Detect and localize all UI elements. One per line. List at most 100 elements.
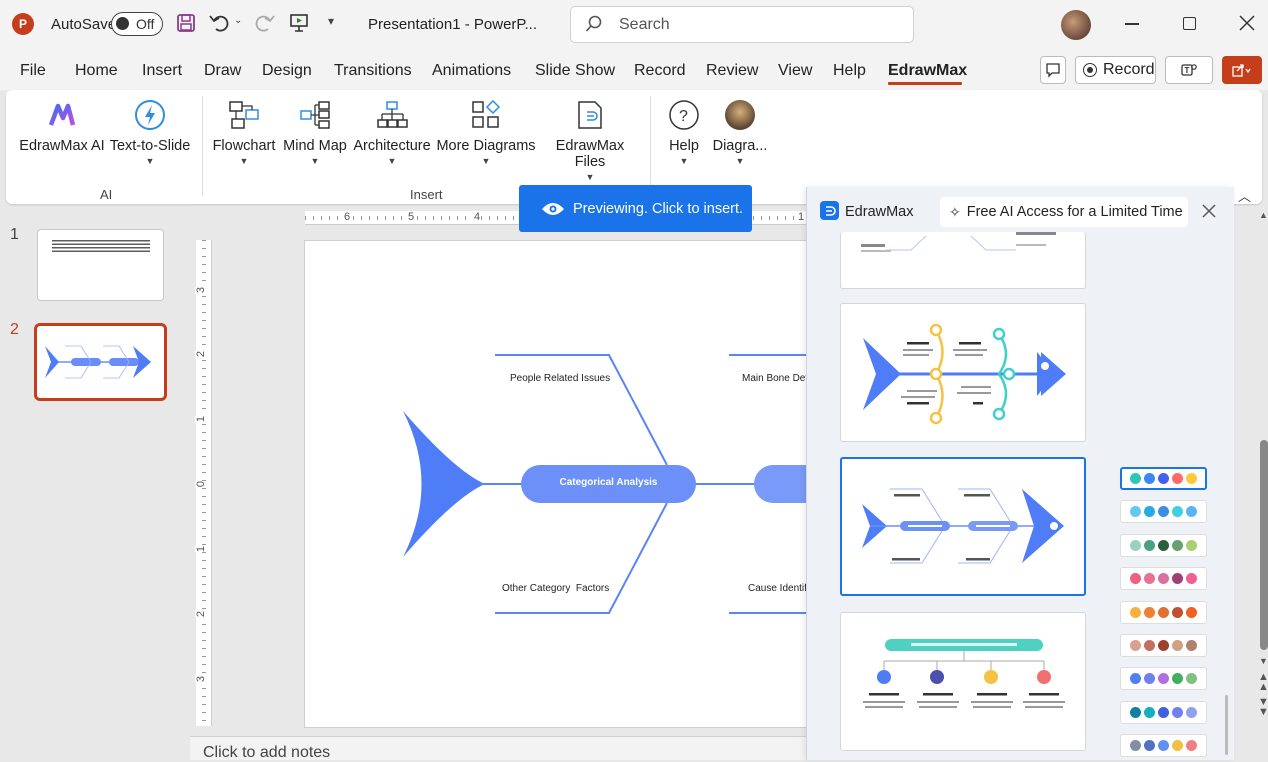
- chevron-down-icon: ▼: [585, 172, 595, 182]
- color-swatch: [1186, 740, 1197, 752]
- chevron-down-icon: ▼: [239, 156, 249, 166]
- collapse-ribbon-icon[interactable]: ︿: [1238, 186, 1251, 205]
- tab-animations[interactable]: Animations: [432, 62, 511, 80]
- text-to-slide-label: Text-to-Slide: [109, 138, 191, 154]
- autosave-toggle[interactable]: Off: [111, 12, 163, 36]
- color-swatch: [1130, 640, 1141, 651]
- tab-design[interactable]: Design: [262, 62, 312, 80]
- comments-button[interactable]: [1040, 56, 1066, 84]
- color-swatch: [1144, 506, 1155, 518]
- help-label: Help: [669, 138, 699, 154]
- tab-insert[interactable]: Insert: [142, 62, 182, 80]
- customize-toolbar-icon[interactable]: ▾: [328, 14, 334, 28]
- tab-draw[interactable]: Draw: [204, 62, 241, 80]
- mind-map-button[interactable]: Mind Map ▼: [280, 98, 350, 166]
- free-ai-access-banner[interactable]: ✧ Free AI Access for a Limited Time: [940, 197, 1188, 227]
- color-palette-option[interactable]: [1120, 500, 1207, 524]
- tab-view[interactable]: View: [778, 62, 812, 80]
- slide-canvas[interactable]: Categorical Analysis People Related Issu…: [304, 240, 824, 728]
- bone-label-top-right: Main Bone Defi: [742, 373, 811, 384]
- tab-slide-show[interactable]: Slide Show: [535, 62, 615, 80]
- color-swatch: [1172, 640, 1183, 651]
- panel-scrollbar[interactable]: [1225, 695, 1228, 755]
- text-to-slide-button[interactable]: Text-to-Slide ▼: [108, 98, 192, 166]
- scroll-down-arrow-icon[interactable]: ▼: [1259, 656, 1268, 666]
- color-palette-option[interactable]: [1120, 634, 1207, 657]
- edrawmax-files-label: EdrawMax Files: [555, 138, 625, 170]
- close-panel-icon[interactable]: [1202, 204, 1216, 218]
- search-icon: [585, 15, 603, 33]
- edrawmax-panel-logo-icon: [820, 201, 839, 220]
- group-label-insert: Insert: [410, 187, 443, 202]
- tab-record[interactable]: Record: [634, 62, 686, 80]
- architecture-button[interactable]: Architecture ▼: [352, 98, 432, 166]
- tab-file[interactable]: File: [20, 62, 46, 80]
- color-swatch: [1186, 473, 1197, 484]
- template-card-partial[interactable]: [840, 232, 1086, 289]
- edrawmax-ai-button[interactable]: EdrawMax AI: [18, 98, 106, 154]
- tab-home[interactable]: Home: [75, 62, 118, 80]
- present-from-beginning-icon[interactable]: [289, 13, 309, 33]
- mind-map-icon: [280, 98, 350, 132]
- more-diagrams-button[interactable]: More Diagrams ▼: [436, 98, 536, 166]
- color-swatch: [1158, 640, 1169, 651]
- edrawmax-files-button[interactable]: EdrawMax Files ▼: [540, 98, 640, 182]
- record-button[interactable]: Record: [1075, 56, 1156, 84]
- help-button[interactable]: ? Help ▼: [662, 98, 706, 166]
- color-swatch: [1144, 706, 1155, 718]
- undo-icon[interactable]: [208, 12, 230, 34]
- save-icon[interactable]: [176, 13, 196, 33]
- flowchart-button[interactable]: Flowchart ▼: [212, 98, 276, 166]
- search-placeholder: Search: [619, 16, 670, 33]
- diagrams-label: Diagra...: [712, 138, 768, 154]
- undo-dropdown-icon[interactable]: ⌄: [234, 15, 242, 26]
- ruler-tick-label: 2: [195, 350, 208, 358]
- template-card-tree[interactable]: [840, 612, 1086, 751]
- color-palette-option[interactable]: [1120, 700, 1207, 724]
- diagrams-button[interactable]: Diagra... ▼: [710, 98, 770, 166]
- minimize-icon[interactable]: [1125, 23, 1139, 25]
- ruler-tick-label: 6: [343, 211, 352, 223]
- diagrams-thumbnail-icon: [710, 98, 770, 132]
- maximize-icon[interactable]: [1183, 17, 1196, 30]
- notes-pane[interactable]: Click to add notes: [190, 736, 810, 761]
- tab-transitions[interactable]: Transitions: [334, 62, 412, 80]
- flowchart-label: Flowchart: [212, 138, 276, 154]
- color-swatch: [1158, 506, 1169, 518]
- template-card-fishbone-selected[interactable]: [840, 457, 1086, 596]
- slide-thumbnail-2[interactable]: [34, 323, 167, 401]
- color-palette-option[interactable]: [1120, 734, 1207, 758]
- document-title: Presentation1 - PowerP...: [368, 16, 537, 33]
- color-palette-option[interactable]: [1120, 600, 1207, 624]
- template-card-fishbone-colored[interactable]: [840, 303, 1086, 442]
- search-box[interactable]: Search: [570, 6, 914, 43]
- color-palette-option[interactable]: [1120, 667, 1207, 691]
- architecture-icon: [352, 98, 432, 132]
- next-slide-icon[interactable]: ▼ ▼: [1258, 697, 1268, 718]
- color-swatch: [1172, 473, 1183, 484]
- color-swatch: [1172, 573, 1183, 585]
- teams-button[interactable]: T: [1165, 56, 1213, 84]
- redo-icon[interactable]: [254, 12, 276, 34]
- color-palette-option[interactable]: [1120, 567, 1207, 591]
- color-swatch: [1158, 706, 1169, 718]
- preview-toast-text: Previewing. Click to insert.: [573, 200, 744, 217]
- preview-toast[interactable]: Previewing. Click to insert.: [519, 185, 752, 232]
- previous-slide-icon[interactable]: ▲ ▲: [1258, 672, 1268, 693]
- architecture-label: Architecture: [353, 138, 431, 154]
- color-palette-option[interactable]: [1120, 533, 1207, 557]
- workspace-scrollbar[interactable]: [1260, 440, 1268, 650]
- share-button[interactable]: [1222, 56, 1262, 84]
- tab-review[interactable]: Review: [706, 62, 758, 80]
- color-palette-option[interactable]: [1120, 467, 1207, 490]
- tab-help[interactable]: Help: [833, 62, 866, 80]
- color-swatch: [1130, 506, 1141, 518]
- close-window-icon[interactable]: [1238, 14, 1256, 32]
- record-icon: [1083, 63, 1097, 77]
- tab-edrawmax[interactable]: EdrawMax: [888, 62, 967, 80]
- user-avatar[interactable]: [1061, 10, 1091, 40]
- slide-thumbnail-1[interactable]: [37, 229, 164, 301]
- help-icon: ?: [662, 98, 706, 132]
- scroll-up-arrow-icon[interactable]: ▲: [1259, 210, 1268, 220]
- lightning-icon: [108, 98, 192, 132]
